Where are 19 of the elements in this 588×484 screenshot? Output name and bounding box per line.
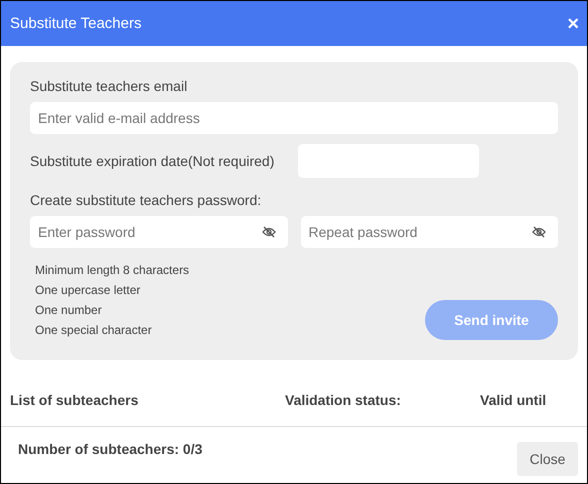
field-label: Substitute expiration date(Not required) xyxy=(30,153,274,169)
email-field[interactable]: Enter valid e-mail address xyxy=(30,102,558,134)
close-button[interactable]: Close xyxy=(517,442,578,476)
hidden-eye-icon[interactable] xyxy=(262,226,276,238)
subteacher-count: Number of subteachers: 0/3 xyxy=(18,441,202,459)
column-header: Validation status: xyxy=(285,392,401,410)
requirement-text: One special character xyxy=(35,322,152,339)
requirement-text: Minimum length 8 characters xyxy=(35,262,190,279)
password-field[interactable]: Repeat password xyxy=(300,216,558,248)
hidden-eye-icon[interactable] xyxy=(532,226,546,238)
password-field[interactable]: Enter password xyxy=(30,216,288,248)
close-button[interactable]: × xyxy=(567,14,579,34)
requirement-text: One number xyxy=(35,302,102,319)
column-header: List of subteachers xyxy=(10,392,138,410)
requirement-text: One upercase letter xyxy=(35,282,140,299)
column-header: Valid until xyxy=(480,392,546,410)
window-title: Substitute Teachers xyxy=(10,15,142,32)
field-label: Create substitute teachers password: xyxy=(30,192,262,208)
field-label: Substitute teachers email xyxy=(30,78,188,94)
